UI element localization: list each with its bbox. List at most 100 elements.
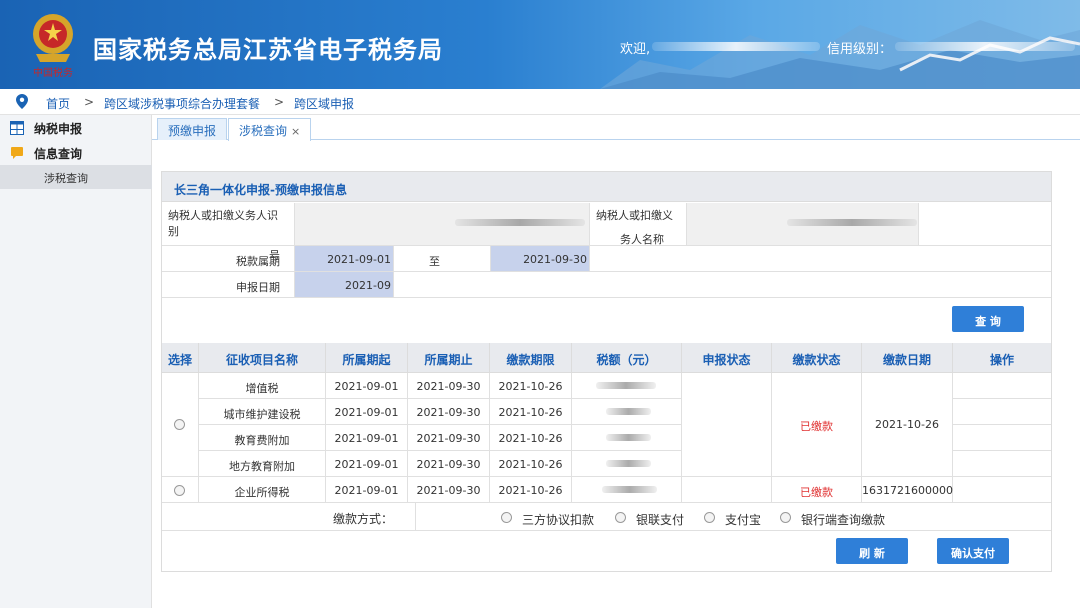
- payment-radio-tripartite[interactable]: [501, 512, 512, 523]
- taxpayer-id-label: 纳税人或扣缴义务人识别 号: [162, 203, 295, 262]
- query-button[interactable]: 查 询: [952, 306, 1024, 332]
- taxpayer-name-label: 纳税人或扣缴义 务人名称: [590, 203, 687, 246]
- period-end-input[interactable]: 2021-09-30: [491, 246, 590, 272]
- select-radio-row5[interactable]: [174, 485, 185, 496]
- period-start: 2021-09-01: [326, 425, 408, 451]
- deadline: 2021-10-26: [490, 451, 572, 477]
- site-title: 国家税务总局江苏省电子税务局: [93, 36, 443, 64]
- credit-level-redacted: [895, 42, 1075, 51]
- empty-cell: [590, 246, 1051, 272]
- item-name: 增值税: [199, 373, 326, 399]
- deadline: 2021-10-26: [490, 399, 572, 425]
- declare-status-cell: [682, 373, 772, 477]
- amount-cell: [572, 373, 682, 399]
- close-icon[interactable]: ×: [291, 125, 300, 138]
- amount-cell: [572, 451, 682, 477]
- location-pin-icon: [16, 94, 28, 109]
- chat-icon: [11, 147, 23, 159]
- col-header-declare-status: 申报状态: [682, 343, 772, 373]
- amount-redacted: [606, 460, 651, 467]
- payment-radio-alipay[interactable]: [704, 512, 715, 523]
- action-cell: [953, 399, 1051, 425]
- pay-date: 1631721600000: [862, 477, 953, 503]
- tab-label: 涉税查询: [239, 124, 288, 138]
- col-header-item: 征收项目名称: [199, 343, 326, 373]
- sidebar-item-label: 信息查询: [34, 147, 83, 161]
- payment-radio-unionpay[interactable]: [615, 512, 626, 523]
- label-line: 纳税人或扣缴义: [596, 209, 673, 222]
- period-start-input[interactable]: 2021-09-01: [295, 246, 394, 272]
- amount-cell: [572, 425, 682, 451]
- period-to-label: 至: [394, 246, 491, 272]
- action-cell: [953, 425, 1051, 451]
- declare-status-cell: [682, 477, 772, 503]
- credit-level-label: 信用级别：: [827, 42, 893, 57]
- select-cell: [162, 373, 199, 477]
- amount-redacted: [602, 486, 657, 493]
- payment-option-tripartite[interactable]: 三方协议扣款: [522, 511, 594, 528]
- site-header: 中国税务 国家税务总局江苏省电子税务局 欢迎, 信用级别：: [0, 0, 1080, 89]
- amount-redacted: [596, 382, 656, 389]
- payment-method-row: 缴款方式： 三方协议扣款 银联支付 支付宝 银行端查询缴款: [162, 503, 1051, 531]
- breadcrumb-separator: >: [84, 95, 95, 109]
- period-end: 2021-09-30: [408, 451, 490, 477]
- empty-cell: [919, 203, 1051, 246]
- item-name: 教育费附加: [199, 425, 326, 451]
- amount-redacted: [606, 408, 651, 415]
- payment-option-bank[interactable]: 银行端查询缴款: [801, 511, 885, 528]
- tab-prepay-declaration[interactable]: 预缴申报: [157, 118, 228, 140]
- action-cell: [953, 477, 1051, 503]
- breadcrumb-separator: >: [274, 95, 285, 109]
- col-header-period-end: 所属期止: [408, 343, 490, 373]
- col-header-pay-status: 缴款状态: [772, 343, 862, 373]
- period-start: 2021-09-01: [326, 399, 408, 425]
- tab-label: 预缴申报: [168, 124, 217, 138]
- svg-text:中国税务: 中国税务: [33, 66, 73, 79]
- national-emblem-logo: 中国税务: [33, 14, 73, 79]
- panel-header: 长三角一体化申报-预缴申报信息: [162, 172, 1051, 202]
- period-end: 2021-09-30: [408, 477, 490, 503]
- pay-date: 2021-10-26: [862, 373, 953, 477]
- table-icon: [10, 121, 24, 135]
- tab-tax-query[interactable]: 涉税查询 ×: [228, 118, 312, 141]
- col-header-period-start: 所属期起: [326, 343, 408, 373]
- payment-method-label: 缴款方式：: [162, 503, 416, 531]
- sidebar-item-label: 纳税申报: [34, 122, 83, 136]
- breadcrumb-package[interactable]: 跨区域涉税事项综合办理套餐: [104, 95, 260, 112]
- taxpayer-id-redacted: [455, 219, 585, 226]
- payment-option-unionpay[interactable]: 银联支付: [636, 511, 684, 528]
- col-header-pay-date: 缴款日期: [862, 343, 953, 373]
- action-cell: [953, 373, 1051, 399]
- declare-date-label: 申报日期: [162, 272, 295, 298]
- period-end: 2021-09-30: [408, 373, 490, 399]
- declare-date-input[interactable]: 2021-09: [295, 272, 394, 298]
- deadline: 2021-10-26: [490, 373, 572, 399]
- sidebar-item-info-query[interactable]: 信息查询: [0, 141, 152, 165]
- sidebar-item-tax-declaration[interactable]: 纳税申报: [0, 116, 152, 140]
- breadcrumb-home[interactable]: 首页: [46, 95, 70, 112]
- tab-bar: 预缴申报 涉税查询 ×: [152, 115, 1080, 141]
- select-radio-group1[interactable]: [174, 419, 185, 430]
- sidebar-subitem-tax-query[interactable]: 涉税查询: [0, 165, 152, 189]
- label-line: 务人名称: [620, 233, 664, 246]
- refresh-button[interactable]: 刷 新: [836, 538, 908, 564]
- panel-title: 长三角一体化申报-预缴申报信息: [174, 183, 347, 197]
- payment-option-alipay[interactable]: 支付宝: [725, 511, 761, 528]
- period-start: 2021-09-01: [326, 373, 408, 399]
- label-line: 纳税人或扣缴义务人识别: [168, 209, 278, 238]
- pay-status-paid: 已缴款: [772, 373, 862, 477]
- period-start: 2021-09-01: [326, 477, 408, 503]
- breadcrumb: 首页 > 跨区域涉税事项综合办理套餐 > 跨区域申报: [0, 89, 1080, 115]
- amount-cell: [572, 399, 682, 425]
- taxpayer-name-value: [687, 203, 919, 246]
- breadcrumb-current[interactable]: 跨区域申报: [294, 95, 354, 112]
- col-header-actions: 操作: [953, 343, 1051, 373]
- col-header-amount: 税额（元）: [572, 343, 682, 373]
- period-start: 2021-09-01: [326, 451, 408, 477]
- payment-radio-bank[interactable]: [780, 512, 791, 523]
- empty-cell: [394, 272, 1051, 298]
- item-name: 地方教育附加: [199, 451, 326, 477]
- confirm-pay-button[interactable]: 确认支付: [937, 538, 1009, 564]
- item-name: 城市维护建设税: [199, 399, 326, 425]
- action-cell: [953, 451, 1051, 477]
